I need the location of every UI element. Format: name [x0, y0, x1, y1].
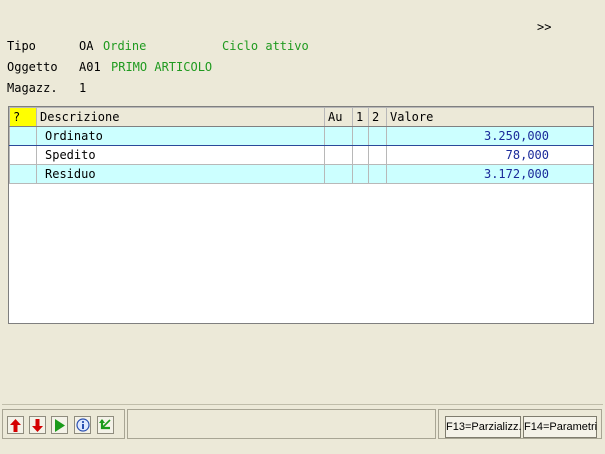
row-au [324, 145, 353, 165]
au-column-header[interactable]: Au [324, 107, 353, 127]
descrizione-column-header[interactable]: Descrizione [36, 107, 325, 127]
row-selector[interactable] [9, 145, 37, 165]
refresh-icon [99, 418, 111, 429]
function-button-group: F13=Parzializz. F14=Parametri [438, 409, 602, 439]
row-valore: 78,000 [386, 145, 593, 165]
tipo-code: OA [79, 39, 94, 53]
f13-parzializza-button[interactable]: F13=Parzializz. [445, 416, 522, 438]
refresh-button[interactable] [97, 416, 114, 434]
navigation-button-group [2, 409, 125, 439]
play-icon [55, 418, 65, 432]
row-col2 [368, 164, 387, 184]
f14-parametri-button[interactable]: F14=Parametri [523, 416, 597, 438]
info-icon [75, 418, 90, 432]
table-row[interactable]: Residuo 3.172,000 [9, 164, 593, 184]
tipo-label: Tipo [7, 39, 36, 53]
row-valore: 3.172,000 [386, 164, 593, 184]
col2-column-header[interactable]: 2 [368, 107, 387, 127]
row-valore: 3.250,000 [386, 126, 593, 146]
oggetto-code: A01 [79, 60, 101, 74]
values-grid[interactable]: ? Descrizione Au 1 2 Valore Ordinato 3.2… [8, 106, 594, 324]
magazzino-row: Magazz. 1 [7, 80, 86, 96]
arrow-down-icon [32, 418, 43, 432]
magazz-label: Magazz. [7, 81, 58, 95]
row-au [324, 126, 353, 146]
arrow-up-icon [10, 418, 21, 432]
tipo-row: Tipo OA Ordine Ciclo attivo [7, 38, 309, 54]
table-row[interactable]: Ordinato 3.250,000 [9, 126, 593, 146]
row-col2 [368, 126, 387, 146]
toolbar-spacer [127, 409, 436, 439]
row-au [324, 164, 353, 184]
row-selector[interactable] [9, 126, 37, 146]
row-selector[interactable] [9, 164, 37, 184]
next-page-link[interactable]: >> [537, 20, 551, 34]
row-col1 [352, 126, 369, 146]
arrow-down-button[interactable] [29, 416, 46, 434]
grid-header-row: ? Descrizione Au 1 2 Valore [9, 107, 593, 127]
oggetto-label: Oggetto [7, 60, 58, 74]
magazz-value: 1 [79, 81, 87, 95]
row-col1 [352, 164, 369, 184]
arrow-up-button[interactable] [7, 416, 24, 434]
bottom-toolbar: F13=Parzializz. F14=Parametri [2, 404, 603, 440]
row-descrizione: Ordinato [36, 126, 325, 146]
oggetto-value: PRIMO ARTICOLO [111, 60, 213, 74]
row-col2 [368, 145, 387, 165]
ciclo-value: Ciclo attivo [222, 39, 309, 53]
play-button[interactable] [51, 416, 68, 434]
row-col1 [352, 145, 369, 165]
valore-column-header[interactable]: Valore [386, 107, 593, 127]
table-row[interactable]: Spedito 78,000 [9, 145, 593, 165]
row-descrizione: Spedito [36, 145, 325, 165]
oggetto-row: Oggetto A01 PRIMO ARTICOLO [7, 59, 212, 75]
col1-column-header[interactable]: 1 [352, 107, 369, 127]
row-descrizione: Residuo [36, 164, 325, 184]
info-button[interactable] [74, 416, 91, 434]
tipo-value: Ordine [103, 39, 147, 53]
help-column-header[interactable]: ? [9, 107, 37, 127]
